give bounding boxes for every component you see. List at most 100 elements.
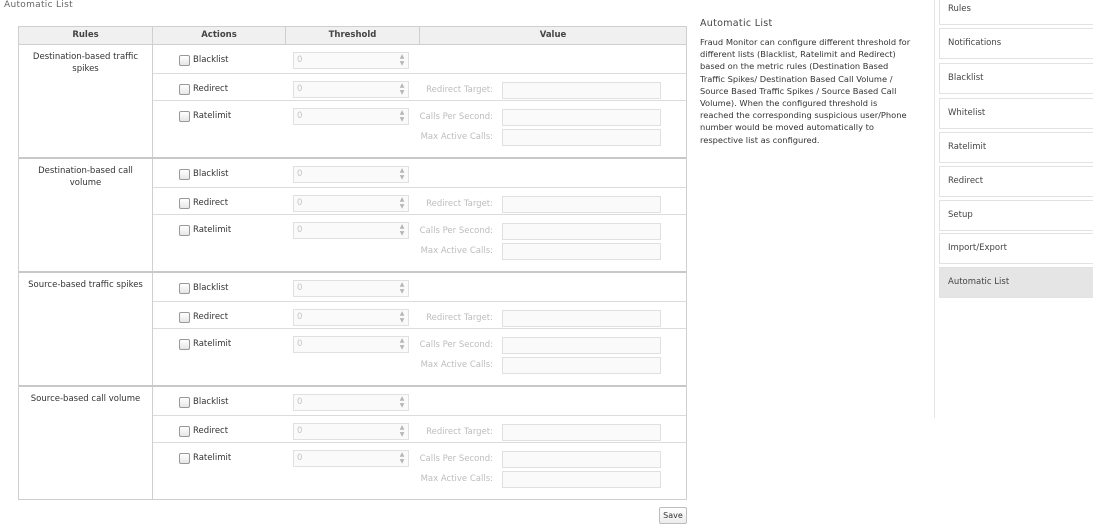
spinner-arrows-icon[interactable]: ▲ ▼ [397, 53, 407, 68]
checkbox-icon[interactable] [179, 224, 190, 236]
table-row: Blacklist 0 ▲ ▼ [153, 387, 686, 416]
threshold-value: 0 [297, 169, 303, 179]
threshold-input[interactable]: 0 ▲ ▼ [293, 450, 409, 467]
action-blacklist-option[interactable]: Blacklist [179, 282, 228, 294]
action-redirect-option[interactable]: Redirect [179, 83, 228, 95]
sidebar-nav: Rules Notifications Blacklist Whitelist Rate… [934, 0, 1093, 418]
action-label: Blacklist [193, 283, 229, 293]
value-field-label: Calls Per Second: [419, 226, 493, 236]
sidebar-item-import-export[interactable]: Import/Export [939, 233, 1093, 264]
rule-name: Destination-based call volume [19, 159, 153, 271]
rule-group: Destination-based traffic spikes Blacklis… [19, 45, 686, 159]
value-input[interactable] [502, 129, 661, 146]
value-field-label: Max Active Calls: [420, 132, 493, 142]
table-row: Ratelimit 0 ▲ ▼ Calls Per Second: Max Active … [153, 443, 686, 501]
threshold-value: 0 [297, 55, 303, 65]
threshold-input[interactable]: 0 ▲ ▼ [293, 222, 409, 239]
action-ratelimit-option[interactable]: Ratelimit [179, 224, 231, 236]
action-label: Ratelimit [193, 453, 232, 463]
header-value: Value [539, 30, 567, 40]
value-input[interactable] [502, 424, 661, 441]
table-row: Ratelimit 0 ▲ ▼ Calls Per Second: Max Active … [153, 329, 686, 387]
value-input[interactable] [502, 337, 661, 354]
table-row: Ratelimit 0 ▲ ▼ Calls Per Second: Max Active … [153, 101, 686, 159]
action-label: Ratelimit [193, 225, 232, 235]
action-label: Ratelimit [193, 339, 232, 349]
action-blacklist-option[interactable]: Blacklist [179, 168, 228, 180]
value-input[interactable] [502, 109, 661, 126]
header-rules: Rules [19, 27, 153, 45]
value-input[interactable] [502, 243, 661, 260]
action-blacklist-option[interactable]: Blacklist [179, 54, 228, 66]
action-redirect-option[interactable]: Redirect [179, 425, 228, 437]
threshold-input[interactable]: 0 ▲ ▼ [293, 336, 409, 353]
action-ratelimit-option[interactable]: Ratelimit [179, 452, 231, 464]
rule-group: Source-based call volume Blacklist 0 ▲ ▼ Redi… [19, 387, 686, 500]
value-field-label: Redirect Target: [426, 199, 493, 209]
checkbox-icon[interactable] [179, 396, 190, 408]
checkbox-icon[interactable] [179, 110, 190, 122]
threshold-value: 0 [297, 198, 303, 208]
checkbox-icon[interactable] [179, 54, 190, 66]
threshold-value: 0 [297, 283, 303, 293]
checkbox-icon[interactable] [179, 83, 190, 95]
threshold-input[interactable]: 0 ▲ ▼ [293, 309, 409, 326]
checkbox-icon[interactable] [179, 338, 190, 350]
checkbox-icon[interactable] [179, 311, 190, 323]
checkbox-icon[interactable] [179, 425, 190, 437]
value-input[interactable] [502, 82, 661, 99]
rule-name: Destination-based traffic spikes [19, 45, 153, 157]
table-row: Blacklist 0 ▲ ▼ [153, 159, 686, 188]
value-input[interactable] [502, 451, 661, 468]
spinner-arrows-icon[interactable]: ▲ ▼ [397, 395, 407, 410]
threshold-input[interactable]: 0 ▲ ▼ [293, 195, 409, 212]
threshold-input[interactable]: 0 ▲ ▼ [293, 81, 409, 98]
threshold-input[interactable]: 0 ▲ ▼ [293, 52, 409, 69]
sidebar-item-blacklist[interactable]: Blacklist [939, 63, 1093, 94]
sidebar-item-rules[interactable]: Rules [939, 0, 1093, 25]
value-input[interactable] [502, 223, 661, 240]
value-input[interactable] [502, 196, 661, 213]
spinner-arrows-icon[interactable]: ▲ ▼ [397, 167, 407, 182]
threshold-input[interactable]: 0 ▲ ▼ [293, 108, 409, 125]
threshold-input[interactable]: 0 ▲ ▼ [293, 394, 409, 411]
action-label: Blacklist [193, 397, 229, 407]
sidebar-item-redirect[interactable]: Redirect [939, 166, 1093, 197]
threshold-input[interactable]: 0 ▲ ▼ [293, 423, 409, 440]
table-row: Redirect 0 ▲ ▼ Redirect Target: [153, 416, 686, 443]
value-input[interactable] [502, 310, 661, 327]
action-ratelimit-option[interactable]: Ratelimit [179, 338, 231, 350]
value-field-label: Calls Per Second: [419, 340, 493, 350]
threshold-value: 0 [297, 397, 303, 407]
action-ratelimit-option[interactable]: Ratelimit [179, 110, 231, 122]
spinner-arrows-icon[interactable]: ▲ ▼ [397, 281, 407, 296]
sidebar-item-notifications[interactable]: Notifications [939, 28, 1093, 59]
table-row: Blacklist 0 ▲ ▼ [153, 45, 686, 74]
checkbox-icon[interactable] [179, 452, 190, 464]
action-blacklist-option[interactable]: Blacklist [179, 396, 228, 408]
table-row: Blacklist 0 ▲ ▼ [153, 273, 686, 302]
threshold-value: 0 [297, 453, 303, 463]
checkbox-icon[interactable] [179, 197, 190, 209]
threshold-value: 0 [297, 84, 303, 94]
save-button[interactable]: Save [659, 507, 687, 524]
sidebar-item-setup[interactable]: Setup [939, 200, 1093, 231]
checkbox-icon[interactable] [179, 168, 190, 180]
sidebar-item-ratelimit[interactable]: Ratelimit [939, 132, 1093, 163]
sidebar-item-automatic-list[interactable]: Automatic List [939, 267, 1093, 298]
sidebar-item-whitelist[interactable]: Whitelist [939, 98, 1093, 129]
action-label: Redirect [193, 426, 229, 436]
threshold-input[interactable]: 0 ▲ ▼ [293, 166, 409, 183]
action-redirect-option[interactable]: Redirect [179, 311, 228, 323]
value-input[interactable] [502, 357, 661, 374]
action-redirect-option[interactable]: Redirect [179, 197, 228, 209]
help-text: Fraud Monitor can configure different th… [700, 37, 911, 145]
threshold-value: 0 [297, 111, 303, 121]
help-title: Automatic List [700, 18, 773, 29]
threshold-input[interactable]: 0 ▲ ▼ [293, 280, 409, 297]
help-panel: Automatic List Fraud Monitor can configu… [700, 18, 912, 146]
value-input[interactable] [502, 471, 661, 488]
checkbox-icon[interactable] [179, 282, 190, 294]
page-title: Automatic List [4, 0, 73, 10]
table-row: Redirect 0 ▲ ▼ Redirect Target: [153, 302, 686, 329]
